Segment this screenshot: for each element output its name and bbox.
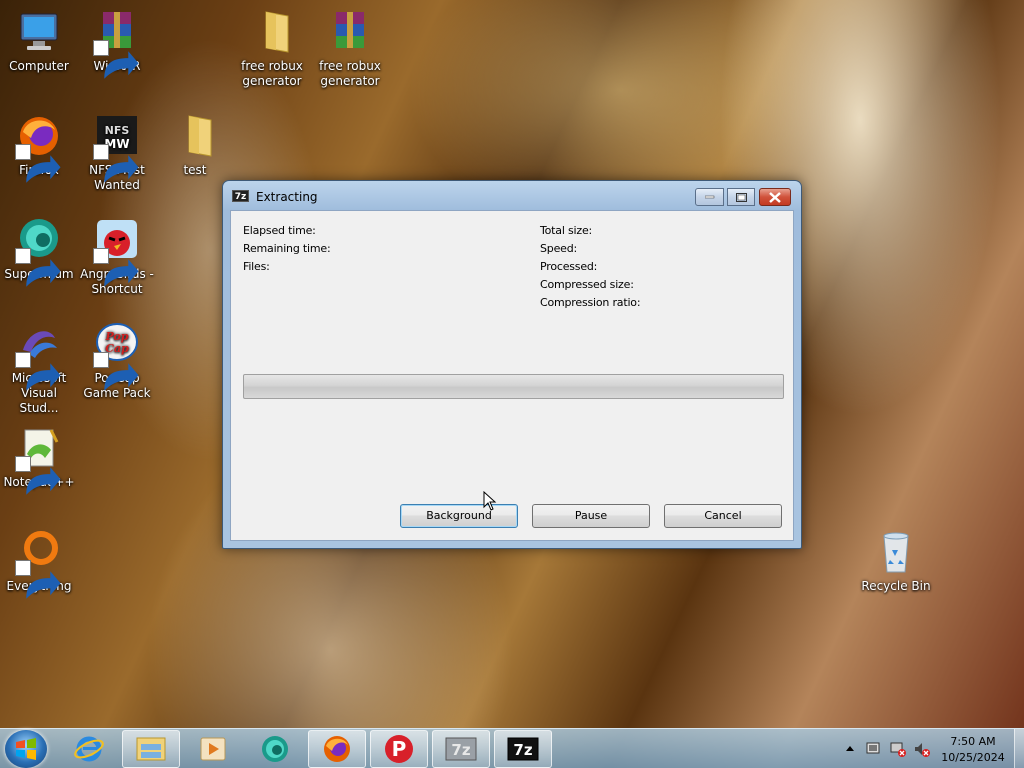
media-player-icon xyxy=(200,737,226,761)
desktop-icon-nfs-most-wanted[interactable]: NFSMW NFS Most Wanted xyxy=(78,112,156,193)
firefox-icon xyxy=(15,112,63,183)
desktop-icon-supermium[interactable]: Supermium xyxy=(0,216,78,287)
folder-icon xyxy=(136,737,166,761)
desktop-icon-computer[interactable]: Computer xyxy=(0,8,78,74)
folder-icon xyxy=(248,8,296,56)
taskbar-7zip-2[interactable]: 7z xyxy=(494,730,552,768)
everything-icon xyxy=(15,528,63,599)
svg-text:NFS: NFS xyxy=(105,124,130,137)
taskbar-7zip-1[interactable]: 7z xyxy=(432,730,490,768)
7zip-icon: 7z xyxy=(232,190,249,202)
elapsed-time-label: Elapsed time: xyxy=(243,224,316,237)
desktop-icon-visual-studio[interactable]: Microsoft Visual Stud... xyxy=(0,320,78,416)
desktop-icon-label: free robux generator xyxy=(241,59,303,88)
total-size-label: Total size: xyxy=(540,224,593,237)
desktop-icon-label: Computer xyxy=(9,59,69,73)
close-icon xyxy=(769,191,781,203)
angry-birds-icon xyxy=(93,216,141,287)
desktop-icon-notepadpp[interactable]: Notepad++ xyxy=(0,424,78,495)
shortcut-arrow-icon xyxy=(15,352,61,391)
internet-explorer-icon xyxy=(74,736,104,762)
desktop-icon-angrybirds[interactable]: AngryBirds - Shortcut xyxy=(78,216,156,297)
mouse-cursor-icon xyxy=(483,491,497,511)
windows-logo-icon xyxy=(16,738,36,760)
clock-date: 10/25/2024 xyxy=(941,751,1005,764)
desktop-icon-free-robux-folder[interactable]: free robux generator xyxy=(233,8,311,89)
taskbar-media-player[interactable] xyxy=(184,730,242,768)
processed-label: Processed: xyxy=(540,260,598,273)
shortcut-arrow-icon xyxy=(93,144,139,183)
7zip-icon: 7z xyxy=(445,737,477,761)
desktop-icon-free-robux-archive[interactable]: free robux generator xyxy=(311,8,389,89)
desktop-icon-label: test xyxy=(183,163,207,177)
minimize-icon xyxy=(704,195,714,199)
progress-bar xyxy=(243,374,784,399)
desktop-icon-test-folder[interactable]: test xyxy=(156,112,234,178)
shortcut-arrow-icon xyxy=(93,352,139,391)
compressed-size-label: Compressed size: xyxy=(540,278,634,291)
taskbar-psiphon[interactable]: P xyxy=(370,730,428,768)
computer-icon xyxy=(15,8,63,56)
desktop-icon-label: Recycle Bin xyxy=(861,579,931,593)
volume-muted-icon[interactable] xyxy=(914,741,930,757)
7zip-icon: 7z xyxy=(507,737,539,761)
supermium-icon xyxy=(15,216,63,287)
dialog-client-area: Elapsed time: Remaining time: Files: Tot… xyxy=(230,210,794,541)
shortcut-arrow-icon xyxy=(15,248,61,287)
taskbar-windows-explorer[interactable] xyxy=(122,730,180,768)
visual-studio-icon xyxy=(15,320,63,391)
firefox-icon xyxy=(324,736,350,762)
minimize-button[interactable] xyxy=(695,188,724,206)
svg-text:P: P xyxy=(392,737,407,761)
winrar-archive-icon xyxy=(326,8,374,56)
folder-icon xyxy=(171,112,219,160)
svg-text:7z: 7z xyxy=(451,741,470,759)
pause-button[interactable]: Pause xyxy=(532,504,650,528)
shortcut-arrow-icon xyxy=(15,560,61,599)
maximize-icon xyxy=(735,192,747,202)
dialog-title: Extracting xyxy=(256,190,318,204)
start-button[interactable] xyxy=(5,730,47,768)
close-button[interactable] xyxy=(759,188,791,206)
clock-time: 7:50 AM xyxy=(950,735,996,748)
winrar-icon xyxy=(93,8,141,79)
shortcut-arrow-icon xyxy=(93,248,139,287)
remaining-time-label: Remaining time: xyxy=(243,242,331,255)
shortcut-arrow-icon xyxy=(15,456,61,495)
nfs-most-wanted-icon: NFS MW xyxy=(93,112,141,183)
desktop-icon-everything[interactable]: Everything xyxy=(0,528,78,599)
files-label: Files: xyxy=(243,260,270,273)
taskbar-firefox[interactable] xyxy=(308,730,366,768)
compression-ratio-label: Compression ratio: xyxy=(540,296,641,309)
shortcut-arrow-icon xyxy=(93,40,139,79)
cancel-button[interactable]: Cancel xyxy=(664,504,782,528)
desktop-icon-label: free robux generator xyxy=(319,59,381,88)
supermium-icon xyxy=(262,736,288,762)
system-clock[interactable]: 7:50 AM 10/25/2024 xyxy=(938,734,1008,766)
psiphon-icon: P xyxy=(385,735,413,763)
desktop-icon-winrar[interactable]: WinRAR xyxy=(78,8,156,79)
dialog-titlebar[interactable]: 7z Extracting xyxy=(223,181,801,211)
popcap-icon: Pop Cap xyxy=(93,320,141,391)
desktop-icon-firefox[interactable]: Firefox xyxy=(0,112,78,183)
notepadpp-icon xyxy=(15,424,63,495)
speed-label: Speed: xyxy=(540,242,577,255)
desktop-icon-recycle-bin[interactable]: Recycle Bin xyxy=(857,528,935,594)
show-hidden-icons-icon[interactable] xyxy=(846,745,854,751)
network-error-icon[interactable] xyxy=(890,741,906,757)
recycle-bin-icon xyxy=(872,528,920,576)
taskbar-supermium[interactable] xyxy=(246,730,304,768)
maximize-button[interactable] xyxy=(727,188,755,206)
taskbar-internet-explorer[interactable] xyxy=(60,730,118,768)
extracting-dialog: 7z Extracting Elapsed time: Remaining ti… xyxy=(222,180,802,549)
background-button[interactable]: Background xyxy=(400,504,518,528)
taskbar: P 7z 7z 7:50 AM 10/25/2024 xyxy=(0,728,1024,768)
action-center-icon[interactable] xyxy=(866,741,882,757)
desktop-icon-popcap[interactable]: PopCap PopCap Game Pack xyxy=(78,320,156,401)
shortcut-arrow-icon xyxy=(15,144,61,183)
show-desktop-button[interactable] xyxy=(1014,729,1024,768)
svg-text:7z: 7z xyxy=(513,741,532,759)
